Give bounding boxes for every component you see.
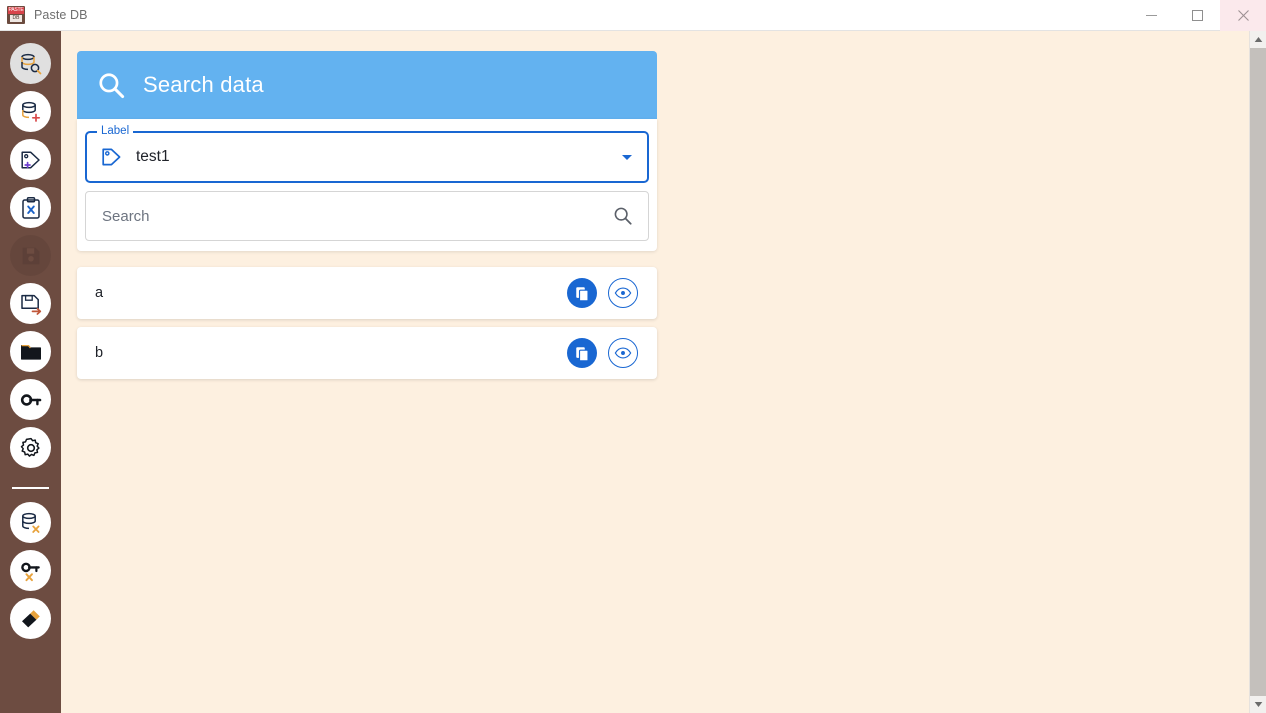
folder-icon: [20, 344, 41, 360]
sidebar-item-password[interactable]: [10, 379, 51, 420]
app-window: PASTE DB Paste DB Search data Label test…: [0, 0, 1266, 713]
table-row[interactable]: b: [77, 327, 657, 379]
sidebar-item-delete-database[interactable]: [10, 502, 51, 543]
floppy-save-icon: [22, 247, 39, 264]
search-input[interactable]: [100, 192, 612, 240]
sidebar-item-settings[interactable]: [10, 427, 51, 468]
broom-icon: [21, 609, 40, 627]
window-title: Paste DB: [34, 8, 88, 22]
app-icon-text-top: PASTE: [8, 7, 24, 14]
sidebar-item-clipboard-clear[interactable]: [10, 187, 51, 228]
save-export-icon: [20, 294, 41, 315]
sidebar-item-clean-up[interactable]: [10, 598, 51, 639]
scroll-thumb[interactable]: [1250, 48, 1266, 696]
close-icon: [1237, 9, 1249, 21]
main-content: Search data Label test1 Search a b: [61, 31, 1251, 713]
sidebar-item-delete-key[interactable]: [10, 550, 51, 591]
sidebar-item-export-database[interactable]: [10, 283, 51, 324]
reveal-button[interactable]: [608, 338, 638, 368]
copy-button[interactable]: [567, 278, 597, 308]
eye-icon: [614, 287, 632, 299]
chevron-down-icon: [1254, 702, 1263, 707]
tag-icon: [102, 148, 121, 166]
search-panel-header: Search data: [77, 51, 657, 119]
database-plus-icon: [21, 101, 40, 122]
sidebar: [0, 31, 61, 713]
copy-icon: [575, 346, 589, 361]
sidebar-item-search-data[interactable]: [10, 43, 51, 84]
label-select-legend: Label: [97, 125, 134, 137]
chevron-up-icon: [1254, 37, 1263, 42]
eye-icon: [614, 347, 632, 359]
search-icon[interactable]: [612, 205, 634, 227]
title-bar: PASTE DB Paste DB: [0, 0, 1266, 31]
database-search-icon: [20, 53, 41, 74]
table-row[interactable]: a: [77, 267, 657, 319]
tag-plus-icon: [20, 150, 40, 169]
label-select-value: test1: [136, 148, 170, 165]
minimize-button[interactable]: [1128, 0, 1174, 31]
sidebar-item-add-label[interactable]: [10, 139, 51, 180]
scroll-up-button[interactable]: [1250, 31, 1266, 48]
page-title: Search data: [143, 72, 264, 97]
close-button[interactable]: [1220, 0, 1266, 31]
results-list: a b: [77, 267, 657, 379]
database-x-icon: [21, 512, 40, 533]
result-label: a: [95, 285, 104, 301]
row-actions: [567, 338, 638, 368]
maximize-button[interactable]: [1174, 0, 1220, 31]
minimize-icon: [1145, 14, 1157, 16]
sidebar-divider: [12, 487, 49, 489]
vertical-scrollbar[interactable]: [1249, 31, 1266, 713]
search-field[interactable]: [85, 191, 649, 241]
key-x-icon: [20, 562, 40, 581]
row-actions: [567, 278, 638, 308]
sidebar-item-save[interactable]: [10, 235, 51, 276]
search-form-card: Label test1: [77, 119, 657, 251]
reveal-button[interactable]: [608, 278, 638, 308]
label-select[interactable]: Label test1: [85, 125, 649, 183]
scroll-down-button[interactable]: [1250, 696, 1266, 713]
copy-button[interactable]: [567, 338, 597, 368]
sidebar-item-add-data[interactable]: [10, 91, 51, 132]
search-panel: Search data Label test1 Search a b: [77, 51, 657, 387]
gear-icon: [20, 437, 40, 457]
chevron-down-icon[interactable]: [619, 149, 635, 165]
search-icon: [99, 72, 125, 98]
maximize-icon: [1191, 9, 1203, 21]
app-icon-text-bottom: DB: [10, 15, 22, 22]
key-icon: [20, 393, 41, 406]
paste-db-icon: PASTE DB: [7, 6, 25, 24]
result-label: b: [95, 345, 104, 361]
clipboard-x-icon: [21, 196, 40, 219]
copy-icon: [575, 286, 589, 301]
sidebar-item-open-database[interactable]: [10, 331, 51, 372]
